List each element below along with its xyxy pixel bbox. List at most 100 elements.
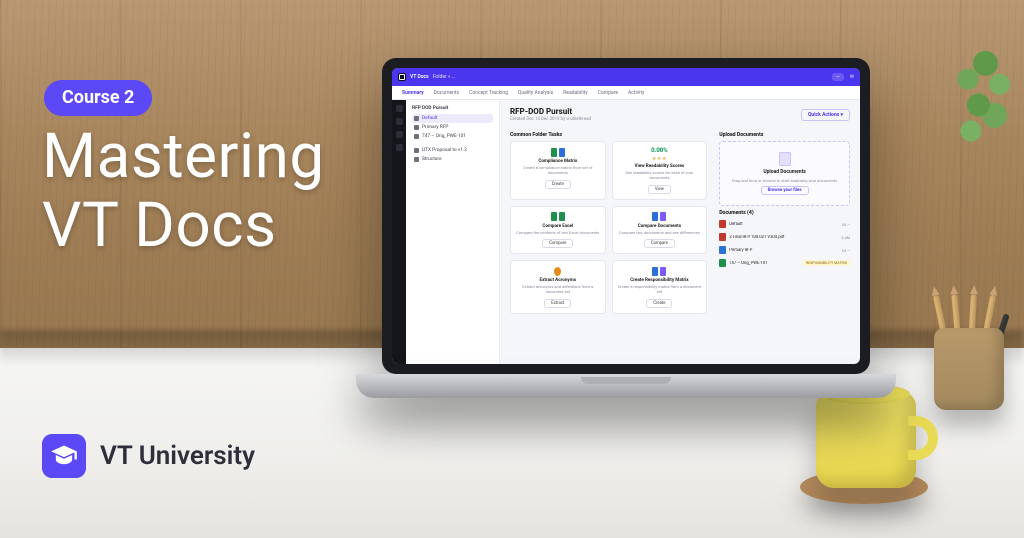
task-cards: Compliance Matrix Create a compliance ma… <box>510 141 707 314</box>
graduation-cap-icon <box>42 434 86 478</box>
app-topbar: VT Docs Folder » … — ✉ <box>392 68 860 86</box>
card-title: View Readability Scores <box>635 164 685 169</box>
card-compare-excel: Compare Excel Compare the contents of tw… <box>510 206 606 255</box>
tab-activity[interactable]: Activity <box>628 90 644 96</box>
compare-button[interactable]: Compare <box>542 239 573 248</box>
file-icon <box>414 148 419 153</box>
file-type-icon <box>719 259 726 267</box>
sidebar-item[interactable]: Default <box>412 114 493 123</box>
create-button[interactable]: Create <box>646 299 672 308</box>
card-title: Extract Acronyms <box>540 278 577 283</box>
tab-concept-tracking[interactable]: Concept Tracking <box>469 90 508 96</box>
responsibility-matrix-badge: RESPONSIBILITY MATRIX <box>803 260 850 266</box>
card-desc: Compare the contents of two Excel docume… <box>516 231 599 236</box>
rail-icon[interactable] <box>396 131 403 138</box>
view-button[interactable]: View <box>648 185 671 194</box>
card-desc: Create a compliance matrix from set of d… <box>516 166 600 176</box>
card-desc: Create a responsibility matrix from a do… <box>618 285 702 295</box>
file-type-icon <box>719 220 726 228</box>
tab-summary[interactable]: Summary <box>402 90 424 96</box>
excel-pair-icon <box>551 212 565 222</box>
brand-name: VT University <box>100 441 255 471</box>
doc-pair-icon <box>551 147 565 157</box>
file-icon <box>414 157 419 162</box>
file-icon <box>414 125 419 130</box>
card-title: Compliance Matrix <box>538 159 577 164</box>
sidebar-item[interactable]: 747 – Orig_PWE-101 <box>412 132 493 141</box>
documents-list: Default 04 — 3 Final RFP 100.021 V304.pd… <box>719 219 850 268</box>
document-row[interactable]: Primary RFP 04 — <box>719 245 850 255</box>
section-header-documents: Documents (4) <box>719 210 850 216</box>
brand: VT University <box>42 434 255 478</box>
mail-icon[interactable]: ✉ <box>850 74 854 80</box>
file-icon <box>414 134 419 139</box>
document-meta: 04 — <box>842 222 850 227</box>
sidebar-item[interactable]: UTX Proposal to v1.2 <box>412 146 493 155</box>
document-row[interactable]: 747 – Orig_PWE-101 RESPONSIBILITY MATRIX <box>719 258 850 268</box>
card-compare-documents: Compare Documents Compare two documents … <box>612 206 708 255</box>
card-desc: Extract acronyms and definitions from a … <box>516 285 600 295</box>
sidebar-item-label: Structure <box>422 157 442 162</box>
sidebar-item[interactable]: Structure <box>412 155 493 164</box>
upload-dropzone[interactable]: Upload Documents Drag and drop or browse… <box>719 141 850 206</box>
app-tabs: Summary Documents Concept Tracking Quali… <box>392 86 860 100</box>
card-desc: Compare two documents and see difference… <box>619 231 700 236</box>
compare-button[interactable]: Compare <box>644 239 675 248</box>
sidebar-item-label: Default <box>422 116 437 121</box>
sidebar-item-label: 747 – Orig_PWE-101 <box>422 134 466 139</box>
sidebar-item-label: Primary RFP <box>422 125 448 130</box>
product-name: VT Docs <box>410 74 429 80</box>
rail-icon[interactable] <box>396 105 403 112</box>
file-type-icon <box>719 246 726 254</box>
file-type-icon <box>719 233 726 241</box>
browse-files-button[interactable]: Browse your files <box>761 186 809 195</box>
doc-pair-icon <box>652 212 666 222</box>
acronym-icon <box>551 266 565 276</box>
tab-readability[interactable]: Readability <box>563 90 587 96</box>
section-header-upload: Upload Documents <box>719 132 850 138</box>
document-row[interactable]: Default 04 — <box>719 219 850 229</box>
account-chip[interactable]: — <box>832 73 844 81</box>
rail-icon[interactable] <box>396 144 403 151</box>
section-header-common-tasks: Common Folder Tasks <box>510 132 707 138</box>
card-responsibility-matrix: Create Responsibility Matrix Create a re… <box>612 260 708 314</box>
page-title: RFP-DOD Pursuit <box>510 107 591 116</box>
card-title: Compare Excel <box>542 224 573 229</box>
card-title: Create Responsibility Matrix <box>630 278 688 283</box>
pencil-cup-prop <box>926 292 1012 410</box>
star-rating-icon: ★★★ <box>652 156 667 162</box>
app-logo-icon <box>398 73 406 81</box>
sidebar-header: RFP DOD Pursuit <box>412 106 493 111</box>
rail-icon[interactable] <box>396 118 403 125</box>
laptop-screen-bezel: VT Docs Folder » … — ✉ Summary Documents… <box>382 58 870 374</box>
create-button[interactable]: Create <box>545 180 571 189</box>
main-content: RFP-DOD Pursuit Created Dec 14 Dec 2019 … <box>500 100 860 364</box>
sidebar-item[interactable]: Primary RFP <box>412 123 493 132</box>
document-name: Primary RFP <box>729 248 839 253</box>
tab-compare[interactable]: Compare <box>598 90 618 96</box>
card-extract-acronyms: Extract Acronyms Extract acronyms and de… <box>510 260 606 314</box>
sidebar-item-label: UTX Proposal to v1.2 <box>422 148 467 153</box>
app-screen: VT Docs Folder » … — ✉ Summary Documents… <box>392 68 860 364</box>
breadcrumb[interactable]: Folder » … <box>433 74 455 80</box>
document-row[interactable]: 3 Final RFP 100.021 V304.pdf 3.4M <box>719 232 850 242</box>
card-readability: 0.00% ★★★ View Readability Scores See re… <box>612 141 708 200</box>
course-badge: Course 2 <box>44 80 152 116</box>
nav-rail <box>392 100 406 364</box>
document-name: Default <box>729 222 839 227</box>
folder-sidebar: RFP DOD Pursuit Default Primary RFP 747 … <box>406 100 500 364</box>
page-subtitle: Created Dec 14 Dec 2019 by visiblethread <box>510 117 591 122</box>
hero-title: Mastering VT Docs <box>42 122 325 261</box>
card-title: Compare Documents <box>638 224 681 229</box>
upload-desc: Drag and drop or browse to start analysi… <box>732 178 837 183</box>
tab-documents[interactable]: Documents <box>434 90 460 96</box>
extract-button[interactable]: Extract <box>544 299 571 308</box>
plant-prop <box>954 40 1024 170</box>
quick-actions-button[interactable]: Quick Actions ▾ <box>801 109 850 121</box>
document-meta: 3.4M <box>841 235 850 240</box>
document-name: 3 Final RFP 100.021 V304.pdf <box>729 235 838 240</box>
tab-quality-analysis[interactable]: Quality Analysis <box>518 90 553 96</box>
document-name: 747 – Orig_PWE-101 <box>729 261 800 266</box>
document-meta: 04 — <box>842 248 850 253</box>
laptop: VT Docs Folder » … — ✉ Summary Documents… <box>356 58 896 488</box>
